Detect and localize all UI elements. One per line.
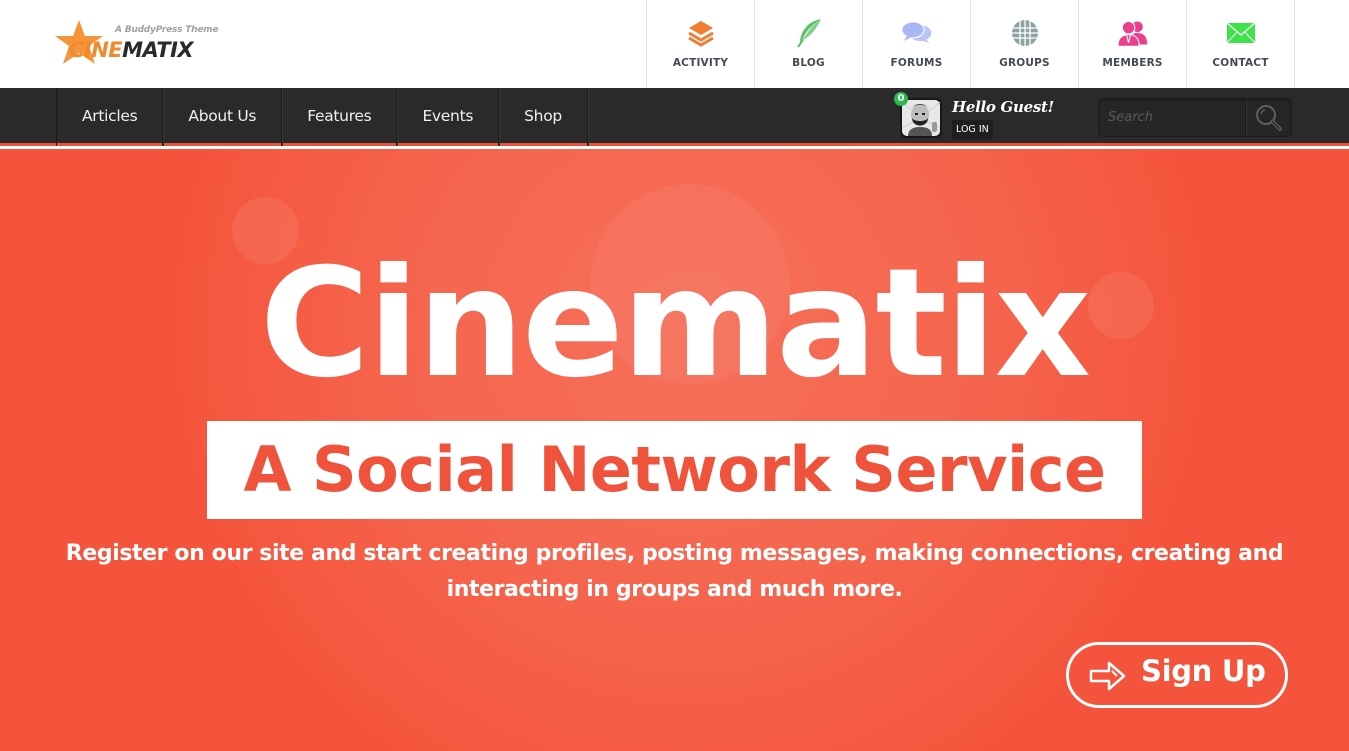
- arrow-right-icon: [1089, 661, 1126, 691]
- chat-bubbles-icon: [900, 17, 933, 49]
- layers-icon: [685, 17, 717, 49]
- hero-subtitle: A Social Network Service: [243, 433, 1106, 506]
- avatar[interactable]: [900, 98, 942, 138]
- search-input[interactable]: [1099, 99, 1245, 136]
- menu-item-shop[interactable]: Shop: [499, 88, 588, 146]
- logo-tagline: A BuddyPress Theme: [115, 25, 219, 35]
- logo-wordmark: CINEMATIX: [69, 38, 194, 62]
- users-icon: [1116, 17, 1149, 49]
- login-button[interactable]: LOG IN: [952, 120, 993, 139]
- notification-badge[interactable]: 0: [894, 92, 908, 106]
- nav-forums-label: FORUMS: [890, 57, 943, 69]
- nav-blog-label: BLOG: [792, 57, 825, 69]
- icon-navigation: ACTIVITY BLOG FORUMS GROUPS MEMBERS CONT…: [646, 0, 1295, 88]
- nav-contact[interactable]: CONTACT: [1187, 0, 1295, 88]
- main-menu: Articles About Us Features Events Shop: [56, 88, 588, 146]
- nav-groups-label: GROUPS: [999, 57, 1050, 69]
- nav-activity[interactable]: ACTIVITY: [647, 0, 755, 88]
- menu-item-features[interactable]: Features: [282, 88, 398, 146]
- avatar-image: [901, 100, 941, 136]
- search-button[interactable]: [1245, 99, 1291, 136]
- hero-title: Cinematix: [259, 237, 1091, 411]
- envelope-icon: [1225, 17, 1257, 49]
- feather-icon: [793, 17, 825, 49]
- sign-up-button[interactable]: Sign Up: [1066, 642, 1288, 708]
- nav-contact-label: CONTACT: [1212, 57, 1269, 69]
- nav-blog[interactable]: BLOG: [755, 0, 863, 88]
- nav-members-label: MEMBERS: [1102, 57, 1163, 69]
- greeting-text: Hello Guest!: [952, 98, 1054, 116]
- nav-members[interactable]: MEMBERS: [1079, 0, 1187, 88]
- menu-item-about-us[interactable]: About Us: [163, 88, 283, 146]
- globe-icon: [1009, 17, 1041, 49]
- main-navbar: Articles About Us Features Events Shop 0…: [0, 88, 1349, 146]
- search-box: [1098, 98, 1292, 137]
- nav-groups[interactable]: GROUPS: [971, 0, 1079, 88]
- hero-subtitle-box: A Social Network Service: [207, 421, 1142, 519]
- site-header: A BuddyPress Theme CINEMATIX ACTIVITY BL…: [0, 0, 1349, 88]
- nav-activity-label: ACTIVITY: [672, 57, 729, 69]
- sign-up-label: Sign Up: [1141, 654, 1266, 688]
- nav-forums[interactable]: FORUMS: [863, 0, 971, 88]
- search-icon: [1255, 104, 1282, 131]
- hero-banner: Cinematix A Social Network Service Regis…: [0, 149, 1349, 751]
- site-logo[interactable]: A BuddyPress Theme CINEMATIX: [55, 18, 225, 70]
- hero-description: Register on our site and start creating …: [65, 541, 1284, 602]
- menu-item-events[interactable]: Events: [397, 88, 500, 146]
- menu-item-articles[interactable]: Articles: [57, 88, 164, 146]
